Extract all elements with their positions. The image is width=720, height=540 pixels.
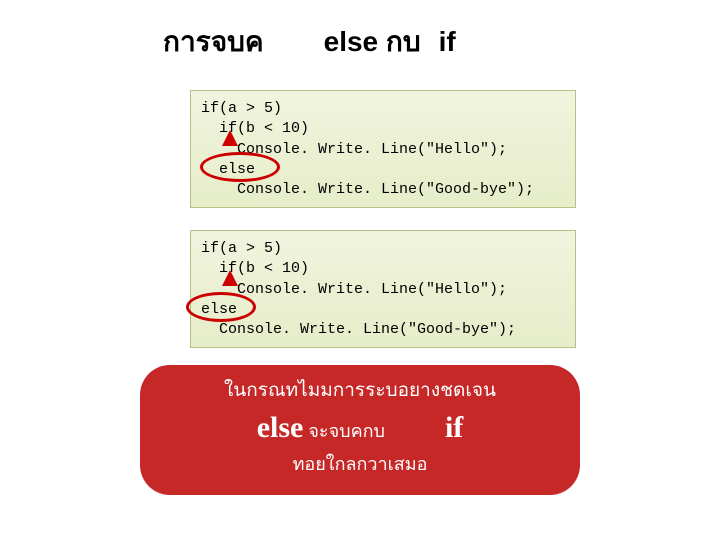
red-oval-1 — [200, 152, 280, 182]
title-part1: การจบค — [163, 26, 264, 57]
code1-l2: if(b < 10) — [201, 120, 309, 137]
code2-l3: Console. Write. Line("Hello"); — [201, 281, 507, 298]
code-block-2: if(a > 5) if(b < 10) Console. Write. Lin… — [190, 230, 576, 348]
code-block-1: if(a > 5) if(b < 10) Console. Write. Lin… — [190, 90, 576, 208]
red-arrow-2 — [222, 270, 238, 286]
title-part2: else กบ — [324, 26, 421, 57]
caption-line3: ทอยใกลกวาเสมอ — [140, 449, 580, 478]
caption-mid: จะจบคกบ — [303, 421, 385, 441]
slide-title: การจบค else กบ if — [163, 20, 583, 64]
caption-kw-else: else — [257, 411, 304, 444]
code2-l1: if(a > 5) — [201, 240, 282, 257]
caption-line2: else จะจบคกบ if — [140, 411, 580, 445]
code2-l2: if(b < 10) — [201, 260, 309, 277]
code1-l1: if(a > 5) — [201, 100, 282, 117]
caption-box: ในกรณทไมมการระบอยางชดเจน else จะจบคกบif … — [140, 365, 580, 495]
caption-line1: ในกรณทไมมการระบอยางชดเจน — [140, 375, 580, 405]
code1-l5: Console. Write. Line("Good-bye"); — [201, 181, 534, 198]
code2-l5: Console. Write. Line("Good-bye"); — [201, 321, 516, 338]
red-arrow-1 — [222, 130, 238, 146]
caption-kw-if: if — [445, 411, 463, 444]
title-part3: if — [439, 26, 456, 57]
red-oval-2 — [186, 292, 256, 322]
